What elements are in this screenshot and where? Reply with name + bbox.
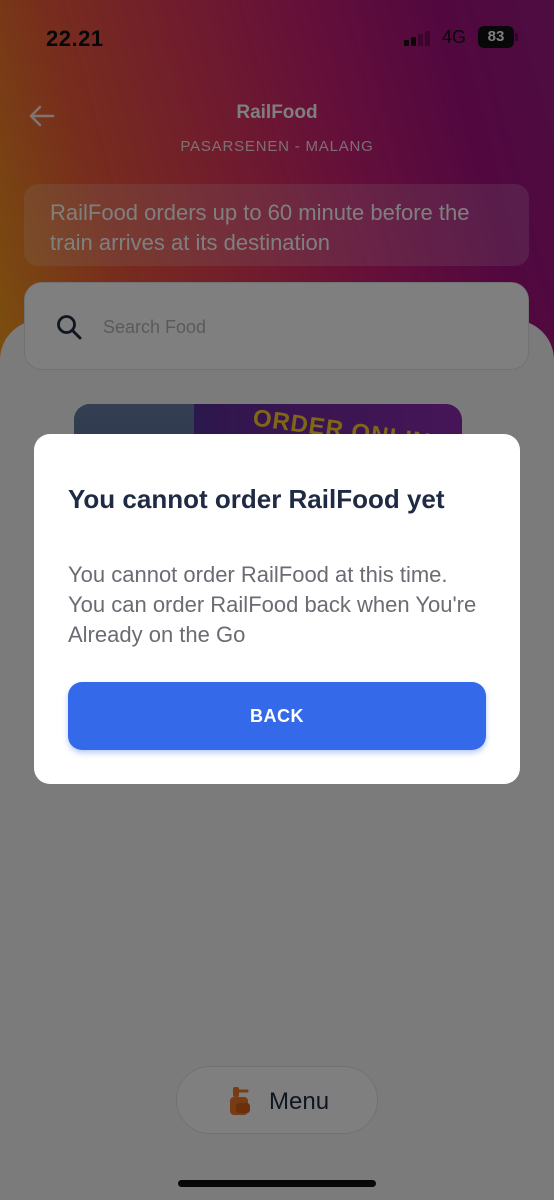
railfood-screen: 22.21 4G 83 RailFood PASARSENEN - MALANG… — [0, 0, 554, 1200]
dialog-message: You cannot order RailFood at this time. … — [68, 562, 477, 647]
order-unavailable-dialog: You cannot order RailFood yet You cannot… — [34, 434, 520, 784]
dialog-title: You cannot order RailFood yet — [68, 484, 445, 514]
back-button[interactable]: BACK — [68, 682, 486, 750]
